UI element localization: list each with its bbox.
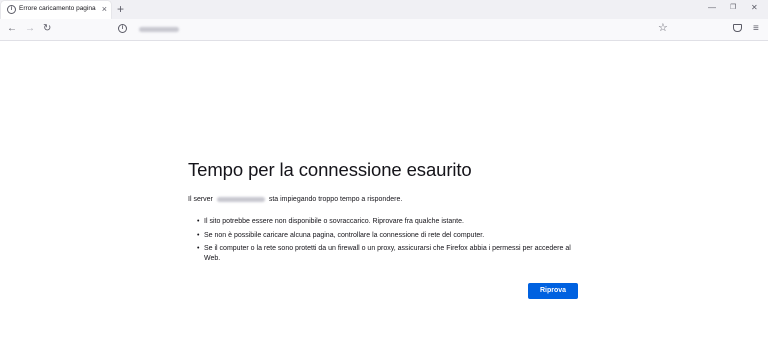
new-tab-button[interactable]: + <box>117 1 124 17</box>
reload-icon[interactable]: ↻ <box>43 23 51 35</box>
tab-title: Errore caricamento pagina <box>19 5 96 12</box>
list-item: Se non è possibile caricare alcuna pagin… <box>197 231 577 241</box>
tab-error-page[interactable]: i Errore caricamento pagina × <box>1 1 111 19</box>
desc-suffix: sta impiegando troppo tempo a rispondere… <box>268 196 403 203</box>
info-icon: i <box>7 5 16 14</box>
retry-button[interactable]: Riprova <box>528 283 578 299</box>
desc-prefix: Il server <box>188 196 213 203</box>
list-item: Il sito potrebbe essere non disponibile … <box>197 217 577 227</box>
hamburger-menu-icon[interactable]: ≡ <box>753 23 759 35</box>
maximize-icon[interactable]: ❐ <box>730 3 736 13</box>
error-description: Il server sta impiegando troppo tempo a … <box>188 195 402 205</box>
site-info-icon[interactable]: i <box>118 24 127 33</box>
navigation-toolbar: ← → ↻ i ☆ ≡ <box>0 19 768 41</box>
error-container: Tempo per la connessione esaurito Il ser… <box>188 158 578 299</box>
window-close-icon[interactable]: ✕ <box>751 3 758 13</box>
close-tab-icon[interactable]: × <box>102 3 107 15</box>
error-suggestions: Il sito potrebbe essere non disponibile … <box>197 217 577 267</box>
bookmark-star-icon[interactable]: ☆ <box>658 22 668 35</box>
list-item: Se il computer o la rete sono protetti d… <box>197 244 577 263</box>
blurred-host <box>216 196 265 202</box>
url-bar[interactable]: i <box>112 22 682 38</box>
tab-strip: i Errore caricamento pagina × + — ❐ ✕ <box>0 0 768 19</box>
error-title: Tempo per la connessione esaurito <box>188 159 472 180</box>
blurred-url <box>139 27 179 32</box>
minimize-icon[interactable]: — <box>708 3 716 13</box>
pocket-icon[interactable] <box>733 24 742 32</box>
forward-arrow-icon[interactable]: → <box>25 23 35 35</box>
back-arrow-icon[interactable]: ← <box>7 23 17 35</box>
